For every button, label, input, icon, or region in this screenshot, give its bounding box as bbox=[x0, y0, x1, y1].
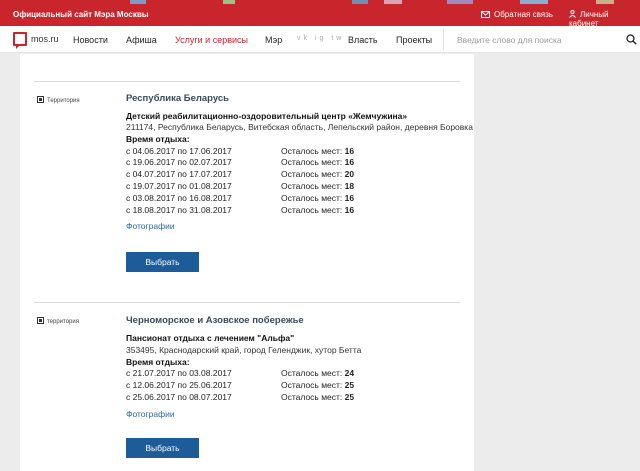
session-period: с 18.08.2017 по 31.08.2017 bbox=[126, 205, 232, 215]
feedback-label: Обратная связь bbox=[494, 10, 553, 19]
camp-address: 353495, Краснодарский край, город Геленд… bbox=[126, 345, 362, 355]
select-button[interactable]: Выбрать bbox=[126, 252, 199, 272]
places-left: Осталось мест: 25 bbox=[281, 392, 355, 402]
top-bar: Официальный сайт Мэра Москвы Обратная св… bbox=[0, 0, 640, 28]
search-icon[interactable] bbox=[626, 34, 637, 45]
color-strip bbox=[223, 0, 235, 4]
nav-divider bbox=[443, 29, 444, 50]
session-row: с 03.08.2017 по 16.08.2017 Осталось мест… bbox=[126, 193, 466, 204]
session-period: с 25.06.2017 по 08.07.2017 bbox=[126, 392, 232, 402]
region-title: Республика Беларусь bbox=[126, 93, 230, 104]
divider bbox=[34, 302, 460, 303]
places-left: Осталось мест: 20 bbox=[281, 169, 355, 179]
session-row: с 25.06.2017 по 08.07.2017 Осталось мест… bbox=[126, 392, 466, 403]
nav-item-government[interactable]: Власть bbox=[348, 35, 378, 45]
session-row: с 19.07.2017 по 01.08.2017 Осталось мест… bbox=[126, 181, 466, 192]
results-list: Территория Республика Беларусь Детский р… bbox=[20, 54, 474, 471]
feedback-link[interactable]: Обратная связь bbox=[481, 10, 553, 19]
main-nav: mos.ru Новости Афиша Услуги и сервисы Мэ… bbox=[0, 26, 640, 53]
nav-item-projects[interactable]: Проекты bbox=[396, 35, 432, 45]
session-period: с 21.07.2017 по 03.08.2017 bbox=[126, 368, 232, 378]
territory-icon bbox=[37, 317, 44, 324]
photos-link[interactable]: Фотографии bbox=[126, 221, 175, 231]
site-title[interactable]: Официальный сайт Мэра Москвы bbox=[13, 10, 149, 19]
places-left: Осталось мест: 16 bbox=[281, 205, 355, 215]
places-left: Осталось мест: 24 bbox=[281, 368, 355, 378]
social-icons[interactable]: vk ig tw bbox=[297, 35, 344, 42]
places-left: Осталось мест: 25 bbox=[281, 380, 355, 390]
session-row: с 19.06.2017 по 02.07.2017 Осталось мест… bbox=[126, 157, 466, 168]
places-left: Осталось мест: 18 bbox=[281, 181, 355, 191]
nav-item-afisha[interactable]: Афиша bbox=[126, 35, 157, 45]
session-row: с 21.07.2017 по 03.08.2017 Осталось мест… bbox=[126, 368, 466, 379]
camp-address: 211174, Республика Беларусь, Витебская о… bbox=[126, 122, 473, 132]
nav-item-mayor[interactable]: Мэр bbox=[265, 35, 282, 45]
territory-label: Территория bbox=[47, 98, 80, 104]
nav-item-services[interactable]: Услуги и сервисы bbox=[175, 35, 248, 45]
color-strip bbox=[447, 0, 473, 4]
session-row: с 18.08.2017 по 31.08.2017 Осталось мест… bbox=[126, 205, 466, 216]
places-left: Осталось мест: 16 bbox=[281, 146, 355, 156]
session-period: с 04.06.2017 по 17.06.2017 bbox=[126, 146, 232, 156]
session-period: с 19.06.2017 по 02.07.2017 bbox=[126, 157, 232, 167]
select-button[interactable]: Выбрать bbox=[126, 438, 199, 458]
territory-label: территория bbox=[47, 319, 79, 325]
color-strip bbox=[384, 0, 402, 4]
color-strip bbox=[596, 0, 614, 4]
color-strip bbox=[352, 0, 368, 4]
territory-tag: территория bbox=[37, 317, 79, 325]
search-input[interactable] bbox=[449, 30, 619, 49]
session-period: с 12.06.2017 по 25.06.2017 bbox=[126, 380, 232, 390]
session-row: с 04.06.2017 по 17.06.2017 Осталось мест… bbox=[126, 146, 466, 157]
color-strip bbox=[130, 0, 146, 4]
camp-name: Детский реабилитационно-оздоровительный … bbox=[126, 111, 408, 121]
nav-item-news[interactable]: Новости bbox=[73, 35, 108, 45]
rest-time-label: Время отдыха: bbox=[126, 134, 190, 144]
envelope-icon bbox=[481, 11, 490, 18]
logo-icon bbox=[13, 32, 27, 49]
session-period: с 19.07.2017 по 01.08.2017 bbox=[126, 181, 232, 191]
region-title: Черноморское и Азовское побережье bbox=[126, 315, 304, 326]
session-period: с 04.07.2017 по 17.07.2017 bbox=[126, 169, 232, 179]
camp-name: Пансионат отдыха с лечением "Альфа" bbox=[126, 333, 295, 343]
session-period: с 03.08.2017 по 16.08.2017 bbox=[126, 193, 232, 203]
territory-tag: Территория bbox=[37, 96, 80, 104]
color-strip bbox=[520, 0, 548, 4]
places-left: Осталось мест: 16 bbox=[281, 193, 355, 203]
logo-text: mos.ru bbox=[31, 34, 59, 44]
photos-link[interactable]: Фотографии bbox=[126, 409, 175, 419]
session-row: с 12.06.2017 по 25.06.2017 Осталось мест… bbox=[126, 380, 466, 391]
user-icon bbox=[569, 10, 576, 18]
session-row: с 04.07.2017 по 17.07.2017 Осталось мест… bbox=[126, 169, 466, 180]
divider bbox=[34, 81, 460, 82]
rest-time-label: Время отдыха: bbox=[126, 357, 190, 367]
territory-icon bbox=[37, 96, 44, 103]
places-left: Осталось мест: 16 bbox=[281, 157, 355, 167]
